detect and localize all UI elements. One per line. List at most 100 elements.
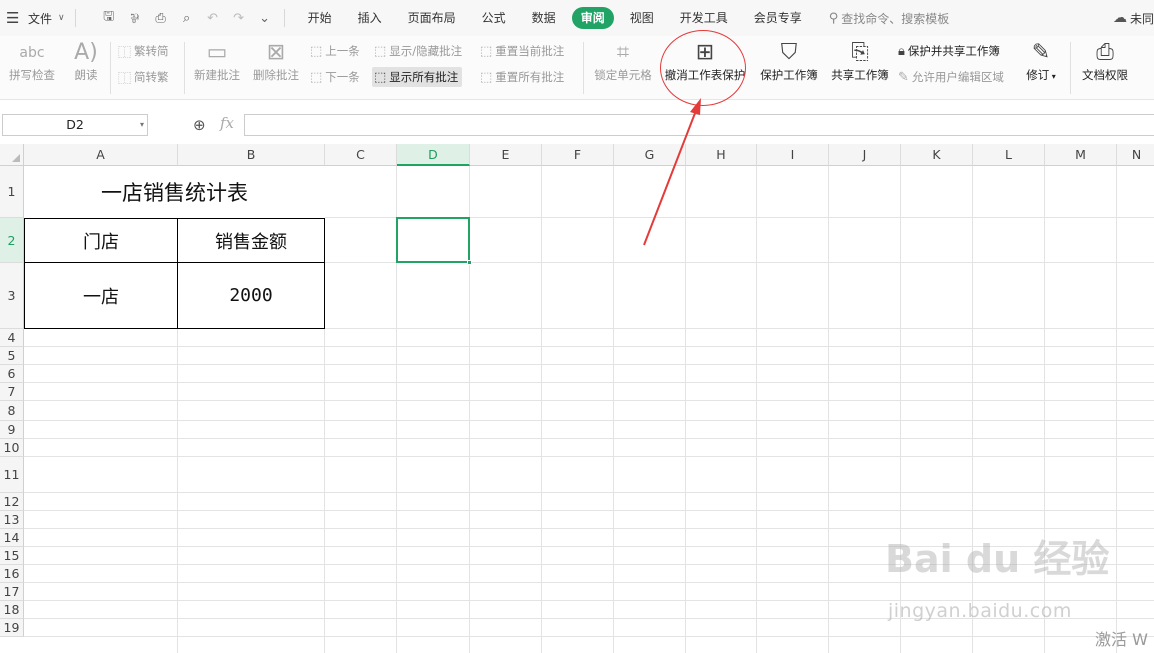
column-header-e[interactable]: E: [470, 144, 542, 166]
tab-page-layout[interactable]: 页面布局: [395, 7, 469, 29]
reset-all-comments-button[interactable]: ⬚ 重置所有批注: [480, 67, 564, 87]
formula-input[interactable]: [244, 114, 1154, 136]
trad-to-simp-label: 繁转简: [134, 44, 169, 58]
lock-icon: 🔒︎: [898, 43, 905, 59]
simp-to-trad-label: 简转繁: [134, 70, 169, 84]
select-all-corner[interactable]: [0, 144, 24, 166]
print-preview-icon[interactable]: ⌕: [178, 11, 196, 26]
column-header-k[interactable]: K: [901, 144, 973, 166]
column-header-c[interactable]: C: [325, 144, 397, 166]
tab-review[interactable]: 审阅: [571, 7, 614, 29]
protect-share-workbook-button[interactable]: 🔒︎ 保护并共享工作簿: [898, 41, 1000, 61]
grid-line: [24, 364, 1154, 365]
track-changes-button[interactable]: ✎ 修订 ▾: [1024, 40, 1058, 84]
doc-permissions-button[interactable]: ⎙ 文档权限: [1078, 40, 1132, 82]
column-header-i[interactable]: I: [757, 144, 829, 166]
column-header-d[interactable]: D: [397, 144, 470, 166]
share-workbook-button[interactable]: ⎘ 共享工作簿: [827, 40, 893, 82]
protect-workbook-button[interactable]: ⛉ 保护工作簿: [756, 40, 822, 82]
row-header-14[interactable]: 14: [0, 529, 24, 547]
comment-icon: ⬚: [374, 43, 387, 59]
tab-data[interactable]: 数据: [519, 7, 569, 29]
read-aloud-icon: A): [74, 40, 98, 65]
column-header-j[interactable]: J: [829, 144, 901, 166]
format-painter-icon[interactable]: ⅌: [126, 9, 144, 27]
row-header-10[interactable]: 10: [0, 439, 24, 457]
cell-a2[interactable]: 门店: [24, 218, 178, 263]
prev-comment-button[interactable]: ⬚ 上一条: [310, 41, 360, 61]
print-icon[interactable]: ⎙: [152, 11, 170, 26]
trad-to-simp-button[interactable]: ⿰ 繁转简: [118, 41, 169, 61]
column-header-a[interactable]: A: [24, 144, 178, 166]
new-comment-button[interactable]: ▭ 新建批注: [190, 40, 244, 82]
row-header-17[interactable]: 17: [0, 583, 24, 601]
row-header-11[interactable]: 11: [0, 457, 24, 493]
zoom-icon[interactable]: ⊕: [193, 116, 206, 134]
convert-icon: ⿰: [118, 45, 132, 61]
tab-insert[interactable]: 插入: [345, 7, 395, 29]
undo-icon[interactable]: ↶: [204, 11, 222, 26]
function-icon[interactable]: fx: [220, 114, 234, 132]
cell-a1-title[interactable]: 一店销售统计表: [24, 166, 325, 218]
row-header-15[interactable]: 15: [0, 547, 24, 565]
row-header-3[interactable]: 3: [0, 263, 24, 329]
column-header-b[interactable]: B: [178, 144, 325, 166]
cloud-sync-status[interactable]: ☁ 未同: [1113, 0, 1154, 36]
row-header-1[interactable]: 1: [0, 166, 24, 218]
cell-a3[interactable]: 一店: [24, 263, 178, 329]
unprotect-sheet-button[interactable]: ⊞ 撤消工作表保护: [660, 40, 750, 82]
divider: [283, 9, 285, 27]
column-header-m[interactable]: M: [1045, 144, 1117, 166]
read-aloud-button[interactable]: A) 朗读: [66, 40, 106, 82]
row-header-16[interactable]: 16: [0, 565, 24, 583]
row-header-5[interactable]: 5: [0, 347, 24, 365]
lock-cell-button[interactable]: ⌗ 锁定单元格: [590, 40, 656, 82]
row-header-7[interactable]: 7: [0, 383, 24, 401]
row-header-8[interactable]: 8: [0, 401, 24, 421]
active-cell-d2[interactable]: [396, 217, 472, 265]
file-menu[interactable]: ☰ 文件 ∨: [0, 0, 65, 36]
unprotect-sheet-label: 撤消工作表保护: [664, 68, 746, 82]
spell-check-button[interactable]: abc 拼写检查: [2, 40, 62, 82]
row-header-19[interactable]: 19: [0, 619, 24, 637]
row-header-13[interactable]: 13: [0, 511, 24, 529]
tab-home[interactable]: 开始: [295, 7, 345, 29]
name-box[interactable]: D2 ▾: [2, 114, 148, 136]
command-search[interactable]: ⚲ 查找命令、搜索模板: [829, 10, 950, 27]
reset-current-comment-button[interactable]: ⬚ 重置当前批注: [480, 41, 564, 61]
row-header-12[interactable]: 12: [0, 493, 24, 511]
column-header-n[interactable]: N: [1117, 144, 1154, 166]
row-header-2[interactable]: 2: [0, 218, 24, 263]
next-comment-button[interactable]: ⬚ 下一条: [310, 67, 360, 87]
redo-icon[interactable]: ↷: [230, 11, 248, 26]
tab-developer[interactable]: 开发工具: [667, 7, 741, 29]
delete-comment-button[interactable]: ⊠ 删除批注: [249, 40, 303, 82]
grid-line: [1116, 166, 1117, 653]
row-header-18[interactable]: 18: [0, 601, 24, 619]
allow-edit-ranges-label: 允许用户编辑区域: [911, 70, 1004, 84]
row-header-9[interactable]: 9: [0, 421, 24, 439]
customize-icon[interactable]: ⌄: [256, 11, 274, 26]
tab-formulas[interactable]: 公式: [469, 7, 519, 29]
tab-view[interactable]: 视图: [617, 7, 667, 29]
column-header-h[interactable]: H: [686, 144, 757, 166]
simp-to-trad-button[interactable]: ⿰ 简转繁: [118, 67, 169, 87]
allow-edit-ranges-button[interactable]: ✎ 允许用户编辑区域: [898, 67, 1004, 87]
grid-line: [24, 492, 1154, 493]
cell-b2[interactable]: 销售金额: [178, 218, 325, 263]
show-all-comments-button[interactable]: ⬚ 显示所有批注: [372, 67, 463, 87]
name-box-value: D2: [66, 117, 84, 132]
column-header-l[interactable]: L: [973, 144, 1045, 166]
column-header-g[interactable]: G: [614, 144, 686, 166]
row-header-6[interactable]: 6: [0, 365, 24, 383]
show-hide-comment-button[interactable]: ⬚ 显示/隐藏批注: [374, 41, 462, 61]
quick-access-toolbar: 🖫 ⅌ ⎙ ⌕ ↶ ↷ ⌄: [100, 7, 274, 29]
fill-handle[interactable]: [467, 260, 472, 265]
activate-windows-watermark: 激活 W: [1095, 630, 1148, 649]
read-aloud-label: 朗读: [74, 68, 98, 82]
column-header-f[interactable]: F: [542, 144, 614, 166]
row-header-4[interactable]: 4: [0, 329, 24, 347]
cell-b3[interactable]: 2000: [178, 263, 325, 329]
save-icon[interactable]: 🖫: [100, 7, 118, 29]
tab-member[interactable]: 会员专享: [741, 7, 815, 29]
